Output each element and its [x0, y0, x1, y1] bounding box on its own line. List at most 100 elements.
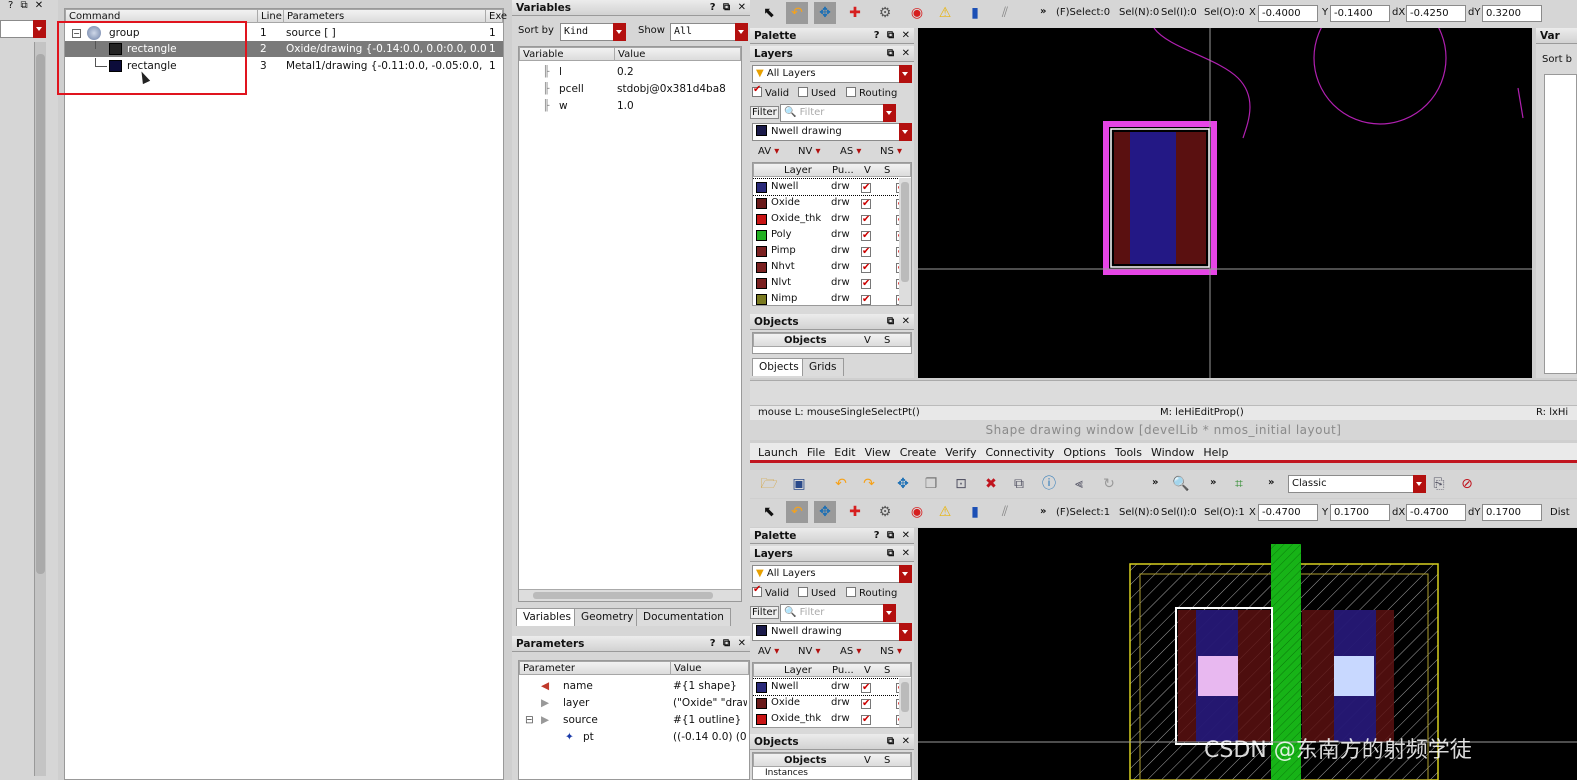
variables-title-buttons[interactable]: ? ⧉ ✕ — [710, 0, 748, 16]
variables-hscrollbar[interactable] — [519, 589, 741, 601]
menu-help[interactable]: Help — [1203, 446, 1228, 459]
av-button[interactable]: AV ▾ — [758, 144, 779, 160]
layer-row-oxide-thk[interactable]: Oxide_thk drw — [753, 211, 906, 228]
layer-row-nhvt[interactable]: Nhvt drw — [753, 259, 906, 276]
menu-file[interactable]: File — [807, 446, 825, 459]
layer-row-poly[interactable]: Poly drw — [753, 227, 906, 244]
col-selectable[interactable]: S — [884, 664, 890, 677]
layer-row-oxide-thk[interactable]: Oxide_thk drw — [753, 711, 906, 727]
parameter-row-name[interactable]: ◀ name #{1 shape} — [519, 678, 749, 694]
valid-checkbox[interactable]: Valid — [752, 84, 789, 99]
instance-icon[interactable]: ⧉ — [1008, 473, 1030, 495]
layer-visible-checkbox[interactable] — [861, 680, 871, 696]
col-variable[interactable]: Variable — [523, 49, 564, 60]
select-arrow-icon[interactable]: ⬉ — [758, 2, 780, 24]
probe-icon[interactable]: ◉ — [906, 501, 928, 523]
routing-checkbox[interactable]: Routing — [846, 587, 897, 599]
workspace-save-icon[interactable]: ⎘ — [1428, 473, 1450, 495]
col-line[interactable]: Line — [257, 10, 282, 23]
menu-edit[interactable]: Edit — [834, 446, 855, 459]
layer-row-pimp[interactable]: Pimp drw — [753, 243, 906, 260]
copy-icon[interactable]: ❐ — [920, 473, 942, 495]
all-layers-select[interactable]: ▼ All Layers — [752, 565, 912, 583]
y-coord-field[interactable]: -0.1400 — [1330, 5, 1390, 22]
filter-input[interactable]: 🔍 Filter — [780, 604, 896, 622]
parameters-title-buttons[interactable]: ? ⧉ ✕ — [710, 636, 748, 652]
connect-icon[interactable]: ⌗ — [1228, 473, 1250, 495]
col-objects-s[interactable]: S — [884, 754, 890, 767]
current-layer-select[interactable]: Nwell drawing — [752, 123, 912, 141]
layer-scrollbar[interactable] — [899, 678, 911, 727]
col-parameter[interactable]: Parameter — [523, 663, 575, 674]
warning-icon[interactable]: ⚠ — [934, 2, 956, 24]
undo-icon[interactable]: ↶ — [786, 2, 808, 24]
menu-launch[interactable]: Launch — [758, 446, 798, 459]
layer-visible-checkbox[interactable] — [861, 276, 871, 292]
left-scrollbar[interactable] — [34, 42, 46, 776]
crosshair-icon[interactable]: ✚ — [844, 2, 866, 24]
col-selectable[interactable]: S — [884, 164, 890, 177]
tab-grids[interactable]: Grids — [802, 358, 844, 376]
layer-visible-checkbox[interactable] — [861, 292, 871, 305]
more-tools-icon[interactable]: » — [1040, 506, 1046, 517]
tab-geometry[interactable]: Geometry — [574, 608, 641, 626]
marker-icon[interactable]: ▮ — [964, 501, 986, 523]
workspace-select[interactable]: Classic — [1288, 475, 1426, 493]
col-objects-v[interactable]: V — [864, 334, 871, 347]
left-scrollbar-thumb[interactable] — [36, 54, 45, 574]
menu-verify[interactable]: Verify — [945, 446, 976, 459]
x-coord-field[interactable]: -0.4000 — [1258, 5, 1318, 22]
palette-title-buttons[interactable]: ? ⧉ ✕ — [874, 528, 912, 544]
ns-button[interactable]: NS ▾ — [880, 144, 902, 160]
col-layer[interactable]: Layer — [784, 164, 812, 177]
nv-button[interactable]: NV ▾ — [798, 144, 821, 160]
crosshair-icon[interactable]: ✚ — [844, 501, 866, 523]
workspace-delete-icon[interactable]: ⊘ — [1456, 473, 1478, 495]
hscroll-thumb[interactable] — [533, 592, 713, 599]
col-visible[interactable]: V — [864, 664, 871, 677]
layer-row-oxide[interactable]: Oxide drw — [753, 695, 906, 712]
layer-row-nwell[interactable]: Nwell drw — [753, 178, 906, 196]
tab-objects[interactable]: Objects — [752, 358, 806, 376]
open-folder-icon[interactable]: 🗁 — [758, 473, 780, 495]
save-icon[interactable]: ▣ — [788, 473, 810, 495]
top-layout-canvas[interactable] — [918, 28, 1532, 378]
dx-field[interactable]: -0.4700 — [1406, 504, 1466, 521]
variable-row-w[interactable]: ╟ w 1.0 — [519, 98, 741, 114]
current-layer-select[interactable]: Nwell drawing — [752, 623, 912, 641]
variable-row-pcell[interactable]: ╟ pcell stdobj@0x381d4ba8 — [519, 81, 741, 97]
valid-checkbox[interactable]: Valid — [752, 584, 789, 599]
probe-icon[interactable]: ◉ — [906, 2, 928, 24]
move-icon[interactable]: ✥ — [892, 473, 914, 495]
parameter-row-layer[interactable]: ▶ layer ("Oxide" "draw — [519, 695, 749, 711]
layer-row-oxide[interactable]: Oxide drw — [753, 195, 906, 212]
routing-checkbox[interactable]: Routing — [846, 87, 897, 99]
col-objects[interactable]: Objects — [784, 334, 827, 347]
redo-icon[interactable]: ↷ — [858, 473, 880, 495]
ruler-icon[interactable]: ⫽ — [994, 2, 1016, 24]
marker-icon[interactable]: ▮ — [964, 2, 986, 24]
layers-title-buttons[interactable]: ⧉ ✕ — [887, 546, 912, 562]
splitter-bar[interactable] — [750, 380, 1577, 406]
layer-visible-checkbox[interactable] — [861, 696, 871, 712]
layer-row-nimp[interactable]: Nimp drw — [753, 291, 906, 305]
col-objects[interactable]: Objects — [784, 754, 827, 767]
ruler-icon[interactable]: ⫽ — [994, 501, 1016, 523]
col-purpose[interactable]: Pu... — [832, 164, 854, 177]
menu-connectivity[interactable]: Connectivity — [985, 446, 1054, 459]
ns-button[interactable]: NS ▾ — [880, 644, 902, 660]
move-icon[interactable]: ✥ — [814, 2, 836, 24]
instances-row[interactable]: Instances — [765, 768, 808, 778]
dy-field[interactable]: 0.3200 — [1482, 5, 1542, 22]
parameter-row-source[interactable]: ⊟ ▶ source #{1 outline} — [519, 712, 749, 728]
menu-create[interactable]: Create — [900, 446, 937, 459]
palette-title-buttons[interactable]: ? ⧉ ✕ — [874, 28, 912, 44]
layer-scroll-thumb[interactable] — [901, 682, 909, 712]
layer-visible-checkbox[interactable] — [861, 244, 871, 260]
info-icon[interactable]: ⓘ — [1038, 473, 1060, 495]
col-exe[interactable]: Exe — [485, 10, 507, 23]
as-button[interactable]: AS ▾ — [840, 144, 861, 160]
col-parameters[interactable]: Parameters — [283, 10, 344, 23]
parameter-row-pt[interactable]: ✦ pt ((-0.14 0.0) (0.0 — [519, 729, 749, 745]
zoom-tool-icon[interactable]: ⚙ — [874, 501, 896, 523]
